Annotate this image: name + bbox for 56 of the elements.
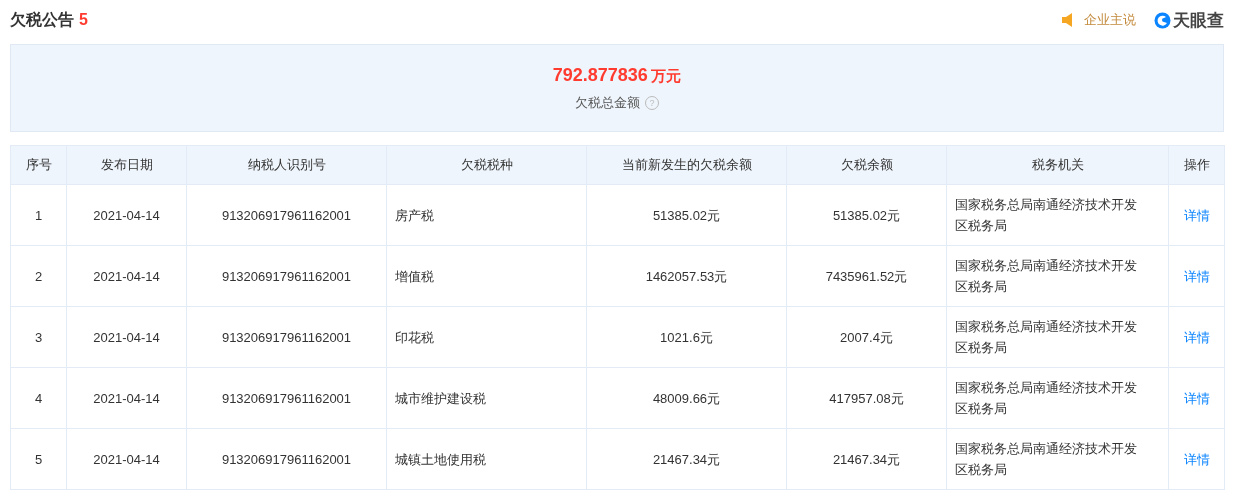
row-number: 4 xyxy=(10,367,67,429)
tax-type-cell: 城镇土地使用税 xyxy=(386,428,587,490)
taxpayer-id-cell: 913206917961162001 xyxy=(186,428,387,490)
date-cell: 2021-04-14 xyxy=(66,245,187,307)
tax-type-cell: 房产税 xyxy=(386,184,587,246)
new-balance-cell: 1462057.53元 xyxy=(586,245,787,307)
tax-type-cell: 增值税 xyxy=(386,245,587,307)
date-cell: 2021-04-14 xyxy=(66,428,187,490)
balance-cell: 51385.02元 xyxy=(786,184,947,246)
detail-link[interactable]: 详情 xyxy=(1183,451,1210,467)
authority-cell: 国家税务总局南通经济技术开发区税务局 xyxy=(946,367,1169,429)
brand-name: 天眼查 xyxy=(1173,9,1224,32)
column-header: 发布日期 xyxy=(66,145,187,185)
row-number: 3 xyxy=(10,306,67,368)
new-balance-cell: 51385.02元 xyxy=(586,184,787,246)
date-cell: 2021-04-14 xyxy=(66,367,187,429)
detail-link[interactable]: 详情 xyxy=(1183,207,1210,223)
tax-type-cell: 城市维护建设税 xyxy=(386,367,587,429)
new-balance-cell: 48009.66元 xyxy=(586,367,787,429)
total-amount: 792.877836 xyxy=(552,64,648,85)
column-header: 当前新发生的欠税余额 xyxy=(586,145,787,185)
authority-cell: 国家税务总局南通经济技术开发区税务局 xyxy=(946,306,1169,368)
detail-link[interactable]: 详情 xyxy=(1183,390,1210,406)
column-header: 税务机关 xyxy=(946,145,1169,185)
total-label: 欠税总金额 xyxy=(575,93,640,112)
new-balance-cell: 21467.34元 xyxy=(586,428,787,490)
column-header: 操作 xyxy=(1168,145,1225,185)
authority-cell: 国家税务总局南通经济技术开发区税务局 xyxy=(946,428,1169,490)
date-cell: 2021-04-14 xyxy=(66,184,187,246)
section-title: 欠税公告 xyxy=(10,9,74,30)
column-header: 序号 xyxy=(10,145,67,185)
date-cell: 2021-04-14 xyxy=(66,306,187,368)
column-header: 欠税余额 xyxy=(786,145,947,185)
taxpayer-id-cell: 913206917961162001 xyxy=(186,306,387,368)
balance-cell: 21467.34元 xyxy=(786,428,947,490)
balance-cell: 417957.08元 xyxy=(786,367,947,429)
detail-link[interactable]: 详情 xyxy=(1183,268,1210,284)
authority-cell: 国家税务总局南通经济技术开发区税务局 xyxy=(946,184,1169,246)
count-number: 5 xyxy=(79,11,88,29)
taxpayer-id-cell: 913206917961162001 xyxy=(186,367,387,429)
logo-icon xyxy=(1154,11,1171,29)
taxpayer-id-cell: 913206917961162001 xyxy=(186,245,387,307)
balance-cell: 2007.4元 xyxy=(786,306,947,368)
new-balance-cell: 1021.6元 xyxy=(586,306,787,368)
column-header: 纳税人识别号 xyxy=(186,145,387,185)
statement-link[interactable]: 企业主说 xyxy=(1084,11,1136,29)
row-number: 5 xyxy=(10,428,67,490)
balance-cell: 7435961.52元 xyxy=(786,245,947,307)
detail-link[interactable]: 详情 xyxy=(1183,329,1210,345)
amount-unit: 万元 xyxy=(651,66,682,84)
row-number: 1 xyxy=(10,184,67,246)
authority-cell: 国家税务总局南通经济技术开发区税务局 xyxy=(946,245,1169,307)
column-header: 欠税税种 xyxy=(386,145,587,185)
taxpayer-id-cell: 913206917961162001 xyxy=(186,184,387,246)
row-number: 2 xyxy=(10,245,67,307)
tax-type-cell: 印花税 xyxy=(386,306,587,368)
